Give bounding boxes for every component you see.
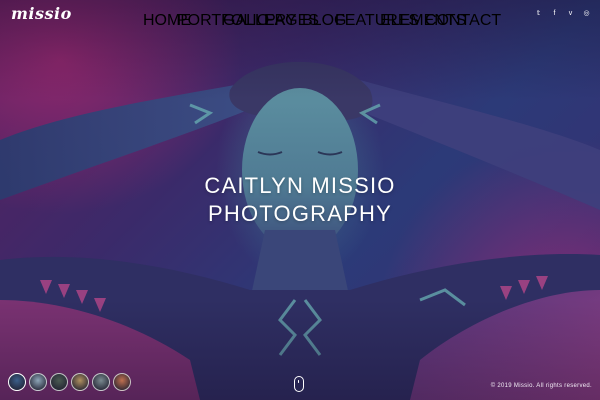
slider-thumbnail[interactable] <box>8 373 26 391</box>
slider-thumbnail[interactable] <box>50 373 68 391</box>
slider-thumbnail[interactable] <box>92 373 110 391</box>
copyright-text: © 2019 Missio. All rights reserved. <box>490 383 592 389</box>
twitter-icon[interactable]: 𝕥 <box>535 10 542 18</box>
hero-section: missio HOME PORTFOLIO GALLERY PAGES BLOG… <box>0 0 600 400</box>
scroll-down-icon[interactable] <box>294 376 304 392</box>
site-logo[interactable]: missio <box>11 4 72 23</box>
slider-thumbnail[interactable] <box>113 373 131 391</box>
slider-thumbnail[interactable] <box>29 373 47 391</box>
vimeo-icon[interactable]: v <box>567 10 574 18</box>
hero-title: CAITLYN MISSIO PHOTOGRAPHY <box>0 172 600 228</box>
hero-title-line1: CAITLYN MISSIO <box>204 173 396 198</box>
social-links: 𝕥 f v ◎ <box>535 10 590 18</box>
hero-title-line2: PHOTOGRAPHY <box>208 201 392 226</box>
nav-item-contact[interactable]: CONTACT <box>425 12 501 30</box>
slider-thumbnail[interactable] <box>71 373 89 391</box>
instagram-icon[interactable]: ◎ <box>583 10 590 18</box>
facebook-icon[interactable]: f <box>551 10 558 18</box>
slider-thumbnails <box>8 373 131 391</box>
